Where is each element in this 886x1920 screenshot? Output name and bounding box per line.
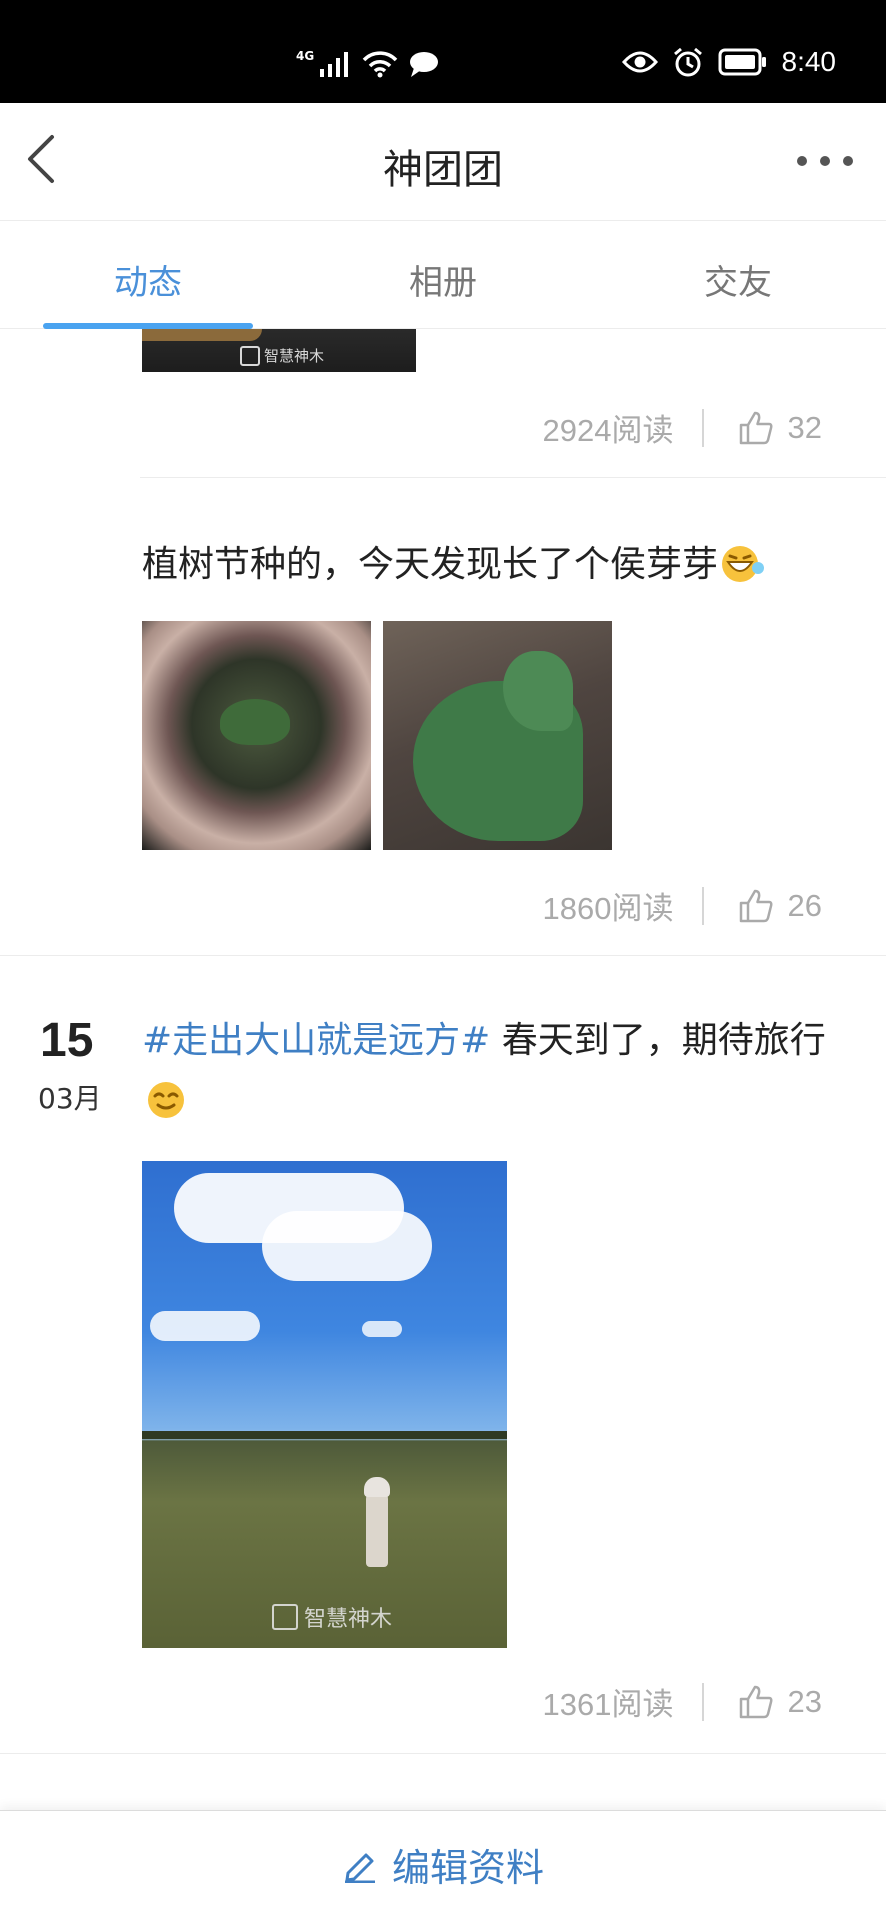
like-count: 32 — [787, 409, 822, 445]
like-count: 26 — [787, 887, 822, 923]
like-button[interactable]: 26 — [738, 888, 822, 924]
post-date-day: 15 — [40, 1014, 94, 1067]
bottom-bar: 编辑资料 — [0, 1810, 886, 1920]
battery-icon — [718, 48, 766, 76]
meta-separator — [701, 1682, 704, 1721]
clock: 8:40 — [781, 46, 837, 77]
watermark-text: 智慧神木 — [304, 1607, 393, 1632]
child-figure — [366, 1489, 388, 1567]
day-divider — [0, 1753, 886, 1754]
meta-separator — [701, 886, 704, 925]
sprout-closeup-photo[interactable] — [383, 621, 612, 850]
cloud-shape — [262, 1211, 432, 1281]
post-text: #走出大山就是远方# 春天到了，期待旅行 — [142, 1011, 832, 1131]
status-left: 4G — [296, 50, 440, 78]
post-date-month: 03月 — [38, 1082, 102, 1115]
title-bar: 神团团 — [0, 103, 886, 221]
potted-sprout-photo[interactable] — [142, 621, 371, 850]
grinning-face-icon — [722, 546, 765, 582]
post-meta: 1361阅读 23 — [543, 1679, 822, 1724]
edit-profile-button[interactable]: 编辑资料 — [0, 1837, 886, 1892]
smiling-face-icon — [148, 1082, 184, 1118]
wifi-icon — [362, 51, 398, 78]
read-count: 1361阅读 — [542, 1687, 674, 1722]
cloud-shape — [362, 1321, 402, 1337]
tab-dynamics[interactable]: 动态 — [23, 255, 273, 304]
message-icon — [410, 52, 439, 77]
tab-album[interactable]: 相册 — [318, 255, 568, 304]
read-count: 2924阅读 — [542, 413, 674, 448]
thumbs-up-icon — [739, 1685, 773, 1718]
post-divider — [140, 477, 886, 478]
tab-bar: 动态 相册 交友 — [0, 221, 886, 329]
eye-icon — [621, 51, 658, 73]
image-fragment — [142, 329, 262, 341]
more-dots-icon — [797, 156, 853, 166]
child-hat — [364, 1477, 390, 1497]
image-watermark: 智慧神木 — [272, 1601, 392, 1633]
post-meta: 2924阅读 32 — [543, 405, 822, 450]
day-divider — [0, 955, 886, 956]
like-count: 23 — [787, 1683, 822, 1719]
network-type: 4G — [296, 49, 315, 63]
page-title: 神团团 — [383, 147, 503, 193]
post-body: 春天到了，期待旅行 — [490, 1020, 826, 1061]
like-button[interactable]: 23 — [738, 1684, 822, 1720]
status-right: 8:40 — [621, 46, 837, 78]
treeline — [142, 1431, 507, 1439]
signal-icon — [320, 52, 349, 77]
sprout-leaves — [220, 699, 290, 745]
read-count: 1860阅读 — [542, 891, 674, 926]
post-text: 植树节种的，今天发现长了个侯芽芽 — [142, 535, 832, 595]
thumbs-up-icon — [739, 411, 773, 444]
image-watermark: 智慧神木 — [240, 345, 324, 366]
post-meta: 1860阅读 26 — [543, 883, 822, 928]
edit-profile-label: 编辑资料 — [391, 1846, 544, 1890]
pencil-icon — [344, 1853, 375, 1883]
post-body: 植树节种的，今天发现长了个侯芽芽 — [142, 544, 719, 585]
like-button[interactable]: 32 — [738, 410, 822, 446]
thumbs-up-icon — [739, 889, 773, 922]
meta-separator — [701, 408, 704, 447]
status-bar: 4G 8:40 — [0, 0, 886, 103]
tab-friends[interactable]: 交友 — [613, 255, 863, 304]
cloud-shape — [150, 1311, 260, 1341]
post-image[interactable]: 智慧神木 — [142, 329, 416, 372]
alarm-icon — [673, 47, 702, 77]
watermark-logo-icon — [240, 345, 260, 366]
watermark-logo-icon — [272, 1604, 298, 1630]
more-button[interactable] — [790, 141, 860, 181]
child-in-grassland-photo[interactable]: 智慧神木 — [142, 1161, 507, 1648]
watermark-text: 智慧神木 — [264, 347, 325, 365]
hashtag-link[interactable]: #走出大山就是远方# — [142, 1020, 490, 1061]
feed[interactable]: 智慧神木 2924阅读 32 植树节种的，今天发现长了个侯芽芽 1860阅读 2… — [0, 329, 886, 1810]
